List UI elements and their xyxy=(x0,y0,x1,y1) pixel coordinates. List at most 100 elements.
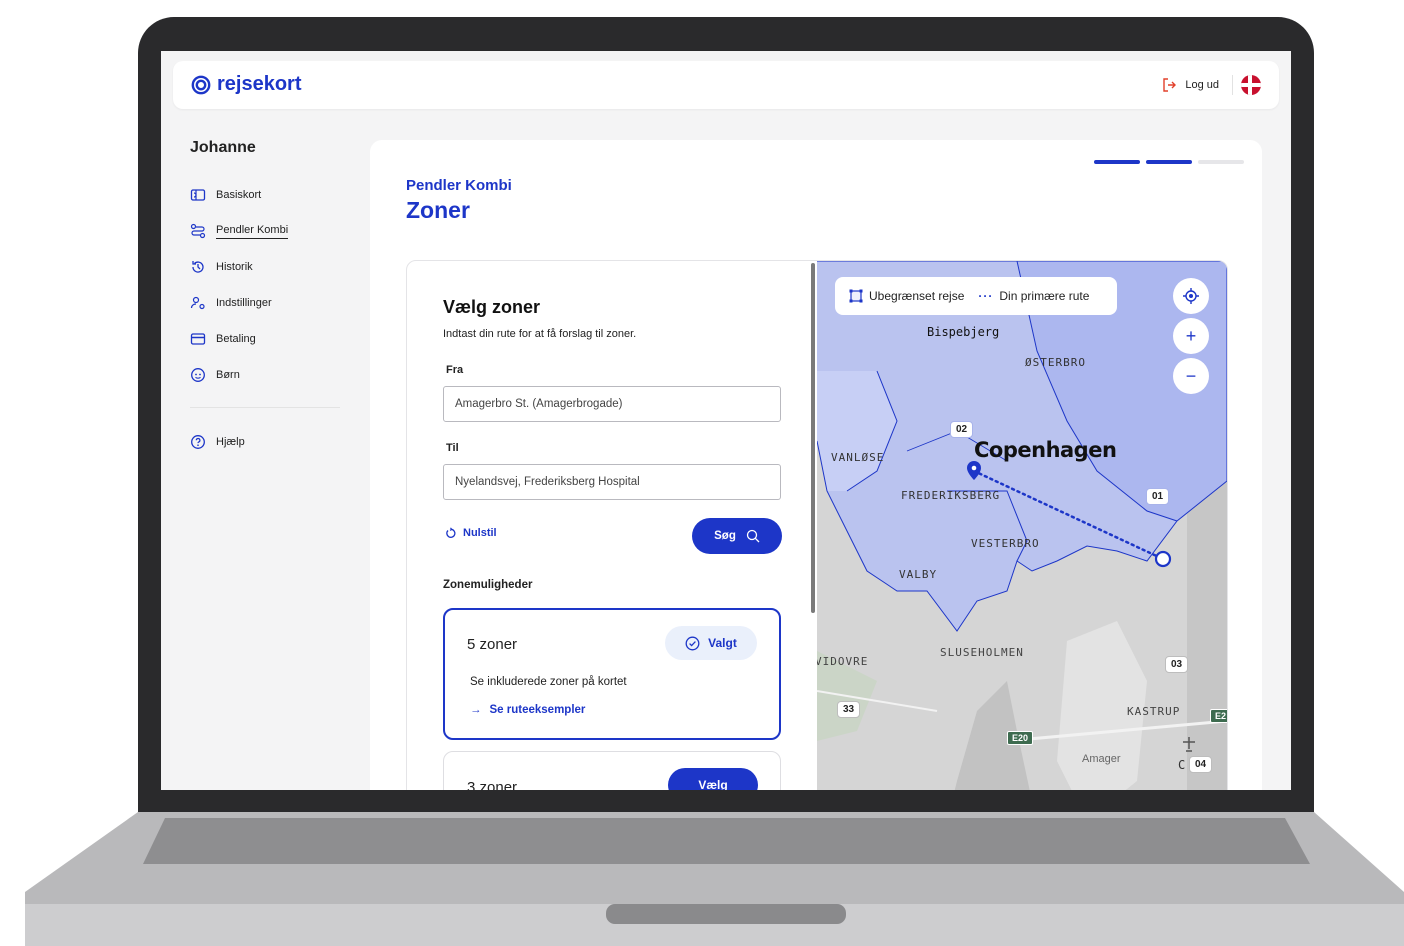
zone-option-3[interactable]: 3 zoner Vælg xyxy=(443,751,781,790)
sidebar-item-label: Indstillinger xyxy=(216,297,272,309)
child-icon xyxy=(191,368,205,382)
sidebar-item-betaling[interactable]: Betaling xyxy=(190,321,350,357)
sidebar-item-basiskort[interactable]: Basiskort xyxy=(190,177,350,213)
zone-badge-02: 02 xyxy=(950,421,974,438)
topbar-divider xyxy=(1232,75,1233,95)
payment-icon xyxy=(190,333,206,345)
minus-icon: − xyxy=(1185,365,1197,386)
logout-button[interactable]: Log ud xyxy=(1161,77,1219,93)
area-icon xyxy=(849,289,863,303)
road-badge: 33 xyxy=(837,701,861,718)
page-title: Zoner xyxy=(406,197,470,223)
sidebar-divider xyxy=(190,407,340,408)
sidebar-item-born[interactable]: Børn xyxy=(190,357,350,393)
help-icon xyxy=(191,435,205,449)
sidebar-item-label: Basiskort xyxy=(216,189,262,201)
zone-option-name: 5 zoner xyxy=(467,636,518,653)
legend-route-label: Din primære rute xyxy=(999,289,1090,303)
progress-step-1 xyxy=(1094,160,1140,164)
to-input[interactable] xyxy=(443,464,781,500)
card-icon xyxy=(190,189,206,201)
zones-panel: Vælg zoner Indtast din rute for at få fo… xyxy=(406,260,1228,790)
user-name: Johanne xyxy=(190,139,256,156)
sidebar: Johanne Basiskort Pendler Kombi Historik… xyxy=(190,139,350,460)
sidebar-item-label: Betaling xyxy=(216,333,256,345)
map-area-label: FREDERIKSBERG xyxy=(901,489,1001,502)
zoom-out-button[interactable]: − xyxy=(1173,358,1209,394)
logo-text: rejsekort xyxy=(217,73,302,95)
locate-icon xyxy=(1183,288,1199,304)
logout-label: Log ud xyxy=(1185,79,1219,91)
map-area-label: VANLØSE xyxy=(831,451,885,464)
sidebar-item-historik[interactable]: Historik xyxy=(190,249,350,285)
sidebar-item-label: Børn xyxy=(216,369,240,381)
sidebar-item-label: Hjælp xyxy=(216,436,245,448)
sidebar-item-help[interactable]: Hjælp xyxy=(190,424,350,460)
road-badge: E20 xyxy=(1007,731,1034,745)
zone-form: Vælg zoner Indtast din rute for at få fo… xyxy=(407,261,811,790)
step-progress xyxy=(1094,160,1244,164)
map-area-label: SLUSEHOLMEN xyxy=(940,646,1024,659)
sidebar-item-label: Historik xyxy=(216,261,253,273)
route-examples-link[interactable]: → Se ruteeksempler xyxy=(470,704,585,716)
top-bar: rejsekort Log ud xyxy=(173,61,1279,109)
logo-icon xyxy=(191,75,211,94)
zone-options-title: Zonemuligheder xyxy=(443,579,533,591)
sidebar-item-pendler-kombi[interactable]: Pendler Kombi xyxy=(190,213,350,249)
to-label: Til xyxy=(446,442,459,454)
zoom-in-button[interactable]: + xyxy=(1173,318,1209,354)
history-icon xyxy=(192,261,204,273)
map-area-label: ØSTERBRO xyxy=(1025,356,1086,369)
search-button[interactable]: Søg xyxy=(692,518,782,554)
zone-map[interactable]: Bispebjerg ØSTERBRO VANLØSE Copenhagen F… xyxy=(817,261,1227,790)
arrow-right-icon: → xyxy=(470,704,482,716)
map-area-label: VALBY xyxy=(899,568,938,581)
reset-button[interactable]: Nulstil xyxy=(445,527,497,539)
map-partial-label: C xyxy=(1178,758,1186,772)
map-area-label: KASTRUP xyxy=(1127,705,1181,718)
from-label: Fra xyxy=(446,364,464,376)
zone-option-5[interactable]: 5 zoner Valgt Se inkluderede zoner på ko… xyxy=(443,608,781,740)
reset-label: Nulstil xyxy=(463,527,497,539)
settings-icon xyxy=(190,296,205,310)
map-area-label: VESTERBRO xyxy=(971,537,1040,550)
selected-label: Valgt xyxy=(708,636,737,650)
page-eyebrow: Pendler Kombi xyxy=(406,177,512,194)
logo[interactable]: rejsekort xyxy=(191,73,302,96)
zone-badge-01: 01 xyxy=(1146,488,1170,505)
sidebar-item-indstillinger[interactable]: Indstillinger xyxy=(190,285,350,321)
progress-step-2 xyxy=(1146,160,1192,164)
locate-button[interactable] xyxy=(1173,278,1209,314)
form-scrollbar[interactable] xyxy=(811,263,815,613)
main-card: Pendler Kombi Zoner Vælg zoner Indtast d… xyxy=(370,140,1262,790)
map-area-label: VIDOVRE xyxy=(817,655,869,668)
form-heading: Vælg zoner xyxy=(443,297,541,317)
map-legend: Ubegrænset rejse ··· Din primære rute xyxy=(835,277,1117,315)
danish-flag-icon[interactable] xyxy=(1241,75,1261,95)
sidebar-item-label: Pendler Kombi xyxy=(216,224,289,239)
logout-icon xyxy=(1163,78,1177,92)
check-circle-icon xyxy=(685,636,700,650)
laptop-base xyxy=(25,812,1404,946)
legend-route: ··· Din primære rute xyxy=(978,289,1089,303)
selected-badge[interactable]: Valgt xyxy=(665,626,757,660)
map-area-label: Amager xyxy=(1082,753,1121,765)
zone-option-description: Se inkluderede zoner på kortet xyxy=(470,676,627,688)
route-examples-label: Se ruteeksempler xyxy=(489,704,586,716)
zone-badge-04: 04 xyxy=(1189,756,1213,773)
map-city-label: Copenhagen xyxy=(974,438,1117,462)
form-subtitle: Indtast din rute for at få forslag til z… xyxy=(443,328,637,340)
legend-unlimited: Ubegrænset rejse xyxy=(849,289,964,303)
zone-badge-03: 03 xyxy=(1165,656,1189,673)
search-label: Søg xyxy=(714,530,736,542)
from-input[interactable] xyxy=(443,386,781,422)
reset-icon xyxy=(446,527,456,538)
zone-option-name: 3 zoner xyxy=(467,779,518,790)
app-screen: rejsekort Log ud Johanne Basiskort Pendl… xyxy=(161,51,1291,790)
choose-button[interactable]: Vælg xyxy=(668,768,758,790)
plus-icon: + xyxy=(1185,325,1197,346)
map-area-label: Bispebjerg xyxy=(927,325,1000,339)
progress-step-3 xyxy=(1198,160,1244,164)
search-icon xyxy=(746,529,760,543)
road-badge: E2 xyxy=(1210,709,1227,723)
